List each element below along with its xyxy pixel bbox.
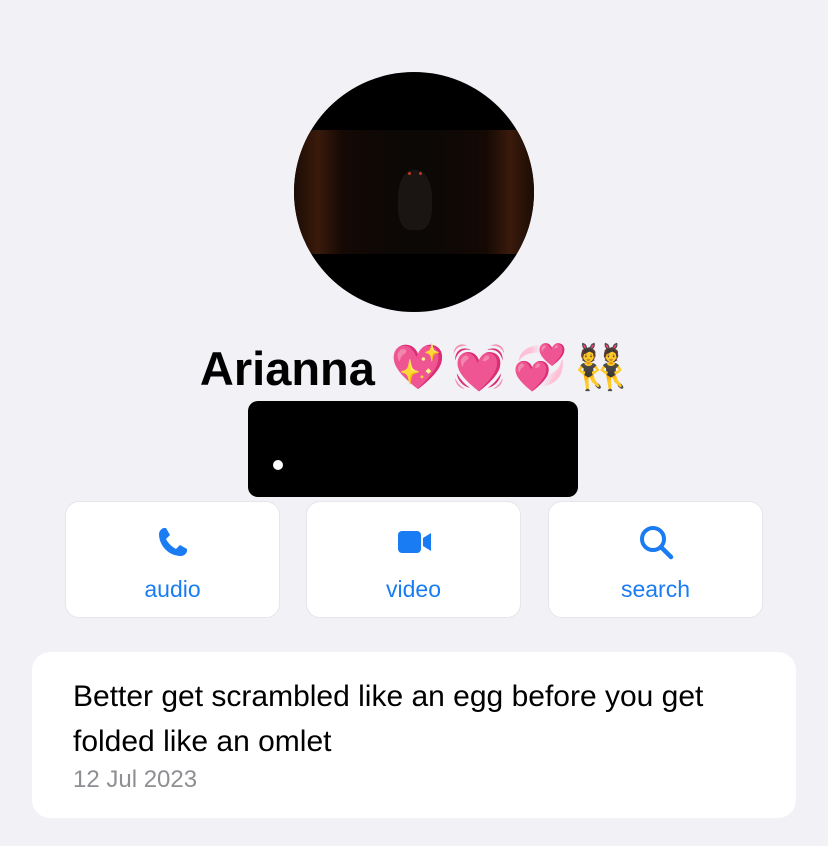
search-button[interactable]: search: [548, 501, 763, 618]
beating-heart-emoji: 💓: [451, 342, 507, 393]
audio-label: audio: [144, 576, 201, 602]
profile-avatar[interactable]: [294, 72, 534, 312]
redacted-phone-number: [248, 401, 578, 497]
search-label: search: [620, 576, 691, 602]
search-icon: [639, 526, 673, 560]
about-card[interactable]: Better get scrambled like an egg before …: [32, 652, 796, 818]
avatar-eyes: [408, 172, 422, 175]
dancers-emoji: 👯: [573, 342, 629, 393]
revolving-hearts-emoji: 💞: [512, 342, 568, 393]
sparkling-heart-emoji: 💖: [390, 342, 446, 393]
about-date: 12 Jul 2023: [73, 766, 198, 793]
avatar-image: [294, 130, 534, 254]
audio-call-button[interactable]: audio: [65, 501, 280, 618]
avatar-figure: [398, 170, 432, 230]
profile-name: Arianna: [199, 341, 375, 395]
video-camera-icon: [397, 531, 431, 553]
video-call-button[interactable]: video: [306, 501, 521, 618]
profile-name-row: Arianna 💖 💓 💞 👯: [0, 336, 828, 400]
video-label: video: [386, 576, 441, 602]
about-text: Better get scrambled like an egg before …: [73, 680, 704, 758]
redaction-dot: [273, 460, 283, 470]
phone-icon: [158, 528, 187, 556]
